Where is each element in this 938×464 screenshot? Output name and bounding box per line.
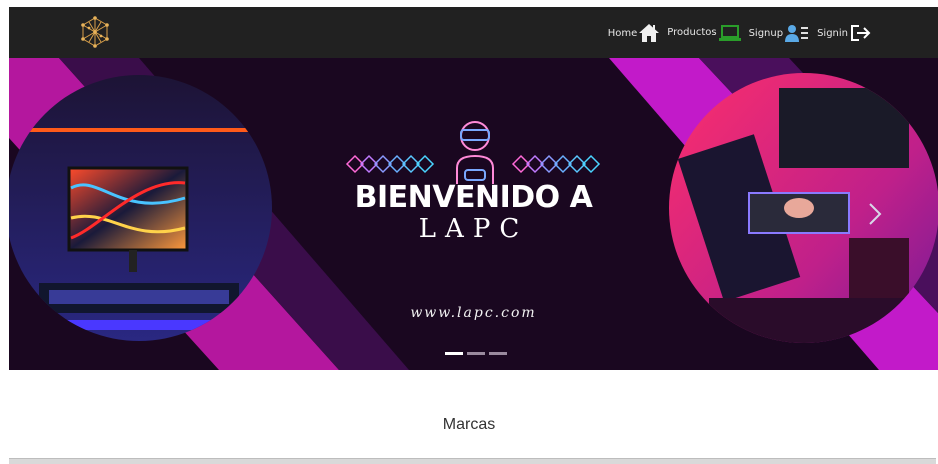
network-logo-icon[interactable] [79, 16, 111, 48]
home-icon [639, 23, 660, 42]
carousel-indicator-2[interactable] [467, 352, 485, 355]
section-title-marcas: Marcas [442, 416, 496, 433]
nav-home-label: Home [607, 27, 638, 39]
carousel-indicator-3[interactable] [489, 352, 507, 355]
user-list-icon [785, 24, 809, 42]
hero-url: www.lapc.com [410, 305, 537, 321]
nav-signin-label: Signin [817, 27, 848, 39]
top-navbar: Home Productos Signup Signin [9, 7, 938, 58]
hero-headline: BIENVENIDO A [354, 180, 593, 215]
nav-productos[interactable]: Productos [667, 24, 741, 41]
laptop-icon [718, 24, 741, 41]
nav-home[interactable]: Home [607, 23, 660, 42]
nav-signup-label: Signup [748, 27, 784, 39]
brands-carousel-edge [9, 458, 936, 464]
hero-carousel[interactable]: BIENVENIDO A LAPC www.lapc.com [9, 58, 938, 370]
nav-productos-label: Productos [667, 26, 717, 38]
nav-signin[interactable]: Signin [817, 24, 872, 42]
carousel-indicator-1[interactable] [445, 352, 463, 355]
sign-in-icon [851, 24, 871, 41]
carousel-next-chevron-icon[interactable] [864, 201, 886, 227]
hero-brand: LAPC [418, 214, 529, 244]
carousel-indicators [445, 352, 507, 355]
vr-gamer-icon [456, 121, 494, 184]
nav-signup[interactable]: Signup [749, 24, 810, 42]
diamond-ornament-right [511, 154, 601, 174]
main-nav: Home Productos Signup Signin [608, 7, 872, 58]
diamond-ornament-left [345, 154, 435, 174]
